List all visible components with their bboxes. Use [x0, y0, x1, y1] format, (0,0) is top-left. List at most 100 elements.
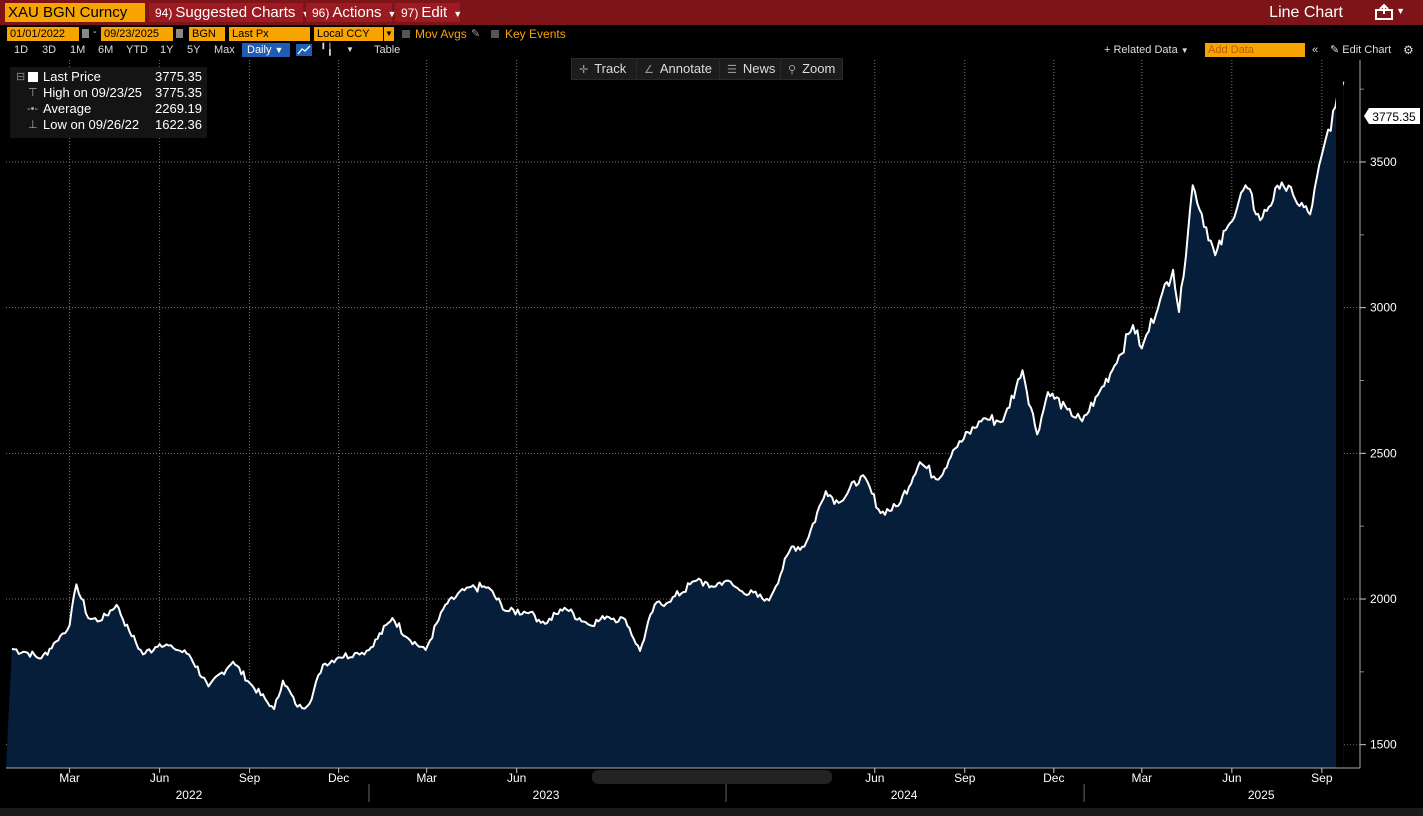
year-label: 2024: [891, 788, 918, 802]
menu-label: Actions: [332, 4, 382, 21]
export-icon[interactable]: [1375, 4, 1393, 20]
average-marker-icon: -•-: [27, 103, 39, 115]
x-tick-label: Mar: [1131, 771, 1152, 785]
chevron-down-icon: ▼: [1180, 46, 1189, 55]
legend-label: Average: [43, 101, 92, 116]
year-label: 2025: [1248, 788, 1275, 802]
x-tick-label: Jun: [865, 771, 884, 785]
actions-menu[interactable]: 96) Actions ▼: [306, 3, 396, 22]
bar-chart-icon[interactable]: ╹╽: [320, 43, 333, 57]
last-price-label: 3775.35: [1372, 110, 1416, 124]
x-tick-label: Jun: [1222, 771, 1241, 785]
chevron-down-icon[interactable]: ▼: [346, 43, 354, 57]
menu-number: 94): [155, 6, 173, 20]
mov-avgs-label[interactable]: Mov Avgs: [415, 27, 467, 41]
edit-chart-button[interactable]: ✎ Edit Chart: [1330, 43, 1391, 57]
bottom-bar: [0, 808, 1423, 816]
x-tick-label: Sep: [239, 771, 261, 785]
series-swatch: [28, 72, 38, 82]
ticker-field[interactable]: XAU BGN Curncy: [5, 3, 145, 22]
x-tick-label: Sep: [1311, 771, 1333, 785]
pencil-icon[interactable]: ✎: [471, 27, 480, 41]
collapse-icon[interactable]: ⊟: [16, 69, 25, 85]
menu-label: Suggested Charts: [175, 4, 296, 21]
range-1y[interactable]: 1Y: [160, 43, 173, 57]
range-1d[interactable]: 1D: [14, 43, 28, 57]
range-3d[interactable]: 3D: [42, 43, 56, 57]
chart-type-title[interactable]: Line Chart: [1269, 3, 1343, 22]
x-tick-label: Dec: [328, 771, 349, 785]
low-marker-icon: ⊥: [28, 119, 38, 131]
track-button[interactable]: ✛ Track: [571, 58, 637, 80]
menu-number: 97): [401, 6, 419, 20]
legend-label: Last Price: [43, 69, 101, 84]
range-max[interactable]: Max: [214, 43, 235, 57]
table-button[interactable]: Table: [374, 43, 400, 57]
x-tick-label: Sep: [954, 771, 976, 785]
legend-row-low: ⊥ Low on 09/26/22 1622.36: [10, 117, 207, 133]
chevron-down-icon: ▼: [274, 45, 284, 55]
zoom-button[interactable]: ⚲ Zoom: [780, 58, 843, 80]
top-bar: XAU BGN Curncy 94)Suggested Charts▼ 96)A…: [0, 0, 1423, 25]
key-events-label[interactable]: Key Events: [505, 27, 566, 41]
range-5y[interactable]: 5Y: [187, 43, 200, 57]
legend-label: High on 09/23/25: [43, 85, 143, 100]
chevron-down-icon[interactable]: ▼: [384, 27, 394, 41]
y-tick-label: 2000: [1370, 592, 1397, 606]
suggested-charts-menu[interactable]: 94)Suggested Charts▼: [149, 3, 310, 22]
news-label: News: [742, 61, 776, 76]
collapse-icon[interactable]: «: [1312, 43, 1318, 57]
menu-label: Edit: [421, 4, 448, 21]
gear-icon[interactable]: ⚙: [1403, 43, 1414, 57]
line-chart-icon[interactable]: [296, 44, 312, 56]
key-events-checkbox[interactable]: [491, 30, 499, 38]
mov-avgs-checkbox[interactable]: [402, 30, 410, 38]
related-data-button[interactable]: + Related Data ▼: [1104, 43, 1189, 58]
date-separator: -: [93, 26, 97, 38]
range-6m[interactable]: 6M: [98, 43, 113, 57]
y-tick-label: 2500: [1370, 446, 1397, 460]
price-chart[interactable]: 1500 2000 2500 3000 3500 Mar Jun Sep Dec Mar Jun J…: [0, 58, 1423, 808]
related-data-label: + Related Data: [1104, 44, 1178, 56]
end-date-field[interactable]: 09/23/2025: [101, 27, 173, 41]
menu-number: 96): [312, 6, 330, 20]
frequency-select[interactable]: Daily ▼: [242, 43, 290, 57]
calendar-icon[interactable]: [82, 29, 89, 38]
x-tick-label: Mar: [416, 771, 437, 785]
zoom-label: Zoom: [802, 61, 836, 76]
chevron-down-icon[interactable]: ▼: [1396, 6, 1405, 16]
legend-row-high: ⊤ High on 09/23/25 3775.35: [10, 85, 207, 101]
currency-select[interactable]: Local CCY: [314, 27, 383, 41]
legend-row-last-price[interactable]: ⊟ Last Price 3775.35: [10, 69, 207, 85]
year-label: 2022: [176, 788, 203, 802]
high-marker-icon: ⊤: [28, 87, 38, 99]
crosshair-icon: ✛: [579, 64, 589, 76]
price-area: [6, 81, 1344, 768]
pencil-icon: ✎: [1330, 44, 1340, 56]
range-ytd[interactable]: YTD: [126, 43, 148, 57]
news-button[interactable]: ☰ News: [719, 58, 781, 80]
edit-chart-label: Edit Chart: [1342, 44, 1392, 56]
legend-label: Low on 09/26/22: [43, 117, 140, 132]
annotate-icon: ∠: [644, 64, 654, 76]
field-select[interactable]: Last Px: [229, 27, 310, 41]
frequency-label: Daily: [247, 44, 272, 56]
blurred-label-region: [592, 770, 832, 784]
news-icon: ☰: [727, 64, 737, 76]
add-data-input[interactable]: Add Data: [1205, 43, 1305, 57]
range-1m[interactable]: 1M: [70, 43, 85, 57]
legend-panel: ⊟ Last Price 3775.35 ⊤ High on 09/23/25 …: [10, 67, 207, 138]
legend-row-average: -•- Average 2269.19: [10, 101, 207, 117]
annotate-label: Annotate: [659, 61, 712, 76]
x-tick-label: Dec: [1043, 771, 1064, 785]
x-axis: Mar Jun Sep Dec Mar Jun Jun Sep Dec Mar Jun Sep 2022…: [6, 767, 1360, 802]
annotate-button[interactable]: ∠ Annotate: [636, 58, 720, 80]
y-tick-label: 3000: [1370, 301, 1397, 315]
chevron-down-icon: ▼: [453, 9, 463, 19]
source-field[interactable]: BGN: [189, 27, 225, 41]
edit-menu[interactable]: 97) Edit ▼: [395, 3, 463, 22]
year-label: 2023: [533, 788, 560, 802]
start-date-field[interactable]: 01/01/2022: [7, 27, 79, 41]
legend-value: 3775.35: [155, 85, 202, 100]
calendar-icon[interactable]: [176, 29, 183, 38]
